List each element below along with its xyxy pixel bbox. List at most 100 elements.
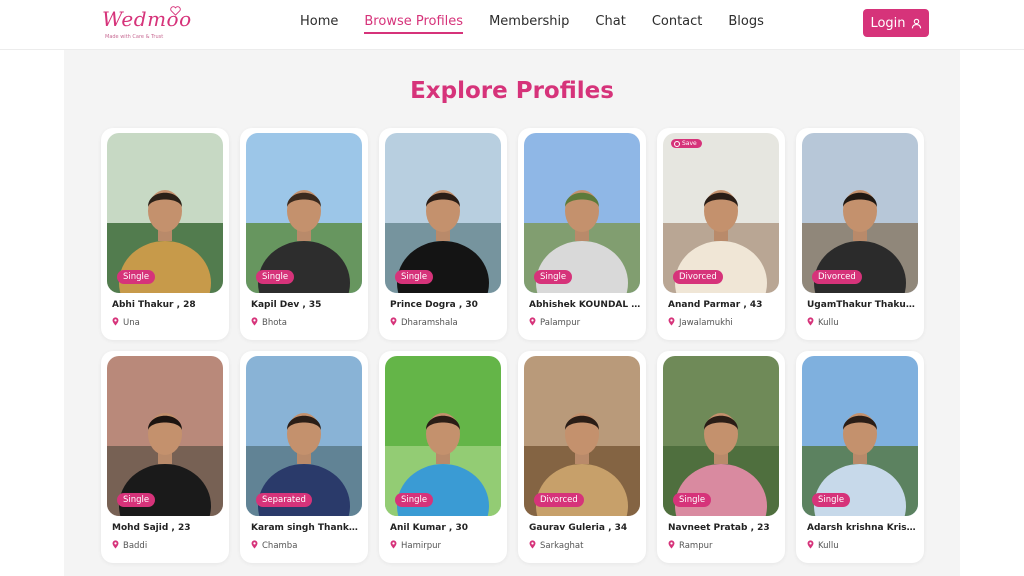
save-label: Save [682,140,697,147]
main-nav: Home Browse Profiles Membership Chat Con… [300,12,790,34]
profile-name[interactable]: Adarsh krishna Krishna… [807,523,919,533]
location-pin-icon [529,540,536,552]
profile-photo[interactable]: Single [802,356,918,516]
profile-card[interactable]: Single Kapil Dev , 35 Bhota [240,128,368,340]
profile-location: Una [112,317,140,329]
profile-photo[interactable]: Single [107,356,223,516]
page-title: Explore Profiles [410,78,614,104]
profile-photo[interactable]: Divorced [802,133,918,293]
profile-name[interactable]: Kapil Dev , 35 [251,300,363,310]
brand-logo[interactable]: Wedmoo Made with Care & Trust [100,5,191,43]
nav-home[interactable]: Home [300,12,338,34]
location-pin-icon [390,317,397,329]
location-pin-icon [251,540,258,552]
location-pin-icon [112,317,119,329]
location-pin-icon [112,540,119,552]
location-text: Jawalamukhi [679,318,733,328]
location-pin-icon [807,540,814,552]
location-text: Baddi [123,541,148,551]
profile-card[interactable]: Single Anil Kumar , 30 Hamirpur [379,351,507,563]
login-button[interactable]: Login [863,9,929,37]
profile-name[interactable]: Karam singh Thankur , 51 [251,523,363,533]
profile-location: Dharamshala [390,317,458,329]
login-label: Login [870,15,906,31]
nav-membership[interactable]: Membership [489,12,569,34]
save-badge[interactable]: Save [671,139,702,148]
profile-name[interactable]: Gaurav Guleria , 34 [529,523,641,533]
profile-location: Hamirpur [390,540,441,552]
profile-card[interactable]: Single Mohd Sajid , 23 Baddi [101,351,229,563]
location-pin-icon [529,317,536,329]
status-badge: Divorced [534,493,584,507]
profile-location: Palampur [529,317,580,329]
location-pin-icon [668,540,675,552]
heart-icon [170,6,181,16]
profile-photo[interactable]: Single [663,356,779,516]
location-text: Chamba [262,541,298,551]
profile-card[interactable]: Divorced UgamThakur Thakur , 43 Kullu [796,128,924,340]
profile-card[interactable]: Single Adarsh krishna Krishna… Kullu [796,351,924,563]
status-badge: Divorced [673,270,723,284]
profile-location: Baddi [112,540,147,552]
profile-card[interactable]: Single Prince Dogra , 30 Dharamshala [379,128,507,340]
location-text: Dharamshala [401,318,458,328]
location-pin-icon [668,317,675,329]
save-icon [674,140,680,147]
status-badge: Single [395,493,434,507]
location-pin-icon [390,540,397,552]
brand-tagline: Made with Care & Trust [105,34,164,40]
profile-photo[interactable]: Single [524,133,640,293]
location-text: Sarkaghat [540,541,584,551]
status-badge: Separated [256,493,312,507]
profile-card[interactable]: Single Abhishek KOUNDAL , 29 Palampur [518,128,646,340]
profile-photo[interactable]: Divorced [524,356,640,516]
location-text: Una [123,318,140,328]
profile-card[interactable]: Divorced Gaurav Guleria , 34 Sarkaghat [518,351,646,563]
profile-location: Kullu [807,317,839,329]
profile-location: Jawalamukhi [668,317,733,329]
location-pin-icon [807,317,814,329]
profile-photo[interactable]: Save Divorced [663,133,779,293]
profile-location: Chamba [251,540,297,552]
profile-location: Rampur [668,540,713,552]
profile-photo[interactable]: Single [385,133,501,293]
profile-name[interactable]: Mohd Sajid , 23 [112,523,224,533]
status-badge: Single [395,270,434,284]
profile-name[interactable]: Prince Dogra , 30 [390,300,502,310]
profile-card[interactable]: Separated Karam singh Thankur , 51 Chamb… [240,351,368,563]
status-badge: Single [117,270,156,284]
nav-browse-profiles[interactable]: Browse Profiles [364,12,464,34]
status-badge: Single [673,493,712,507]
profile-card[interactable]: Single Abhi Thakur , 28 Una [101,128,229,340]
profile-grid: Single Abhi Thakur , 28 Una Single Kapil… [101,128,931,563]
status-badge: Single [812,493,851,507]
location-text: Rampur [679,541,713,551]
profile-name[interactable]: Anand Parmar , 43 [668,300,780,310]
location-pin-icon [251,317,258,329]
profile-card[interactable]: Save Divorced Anand Parmar , 43 Jawalamu… [657,128,785,340]
location-text: Kullu [818,318,839,328]
profile-card[interactable]: Single Navneet Pratab , 23 Rampur [657,351,785,563]
nav-chat[interactable]: Chat [595,12,625,34]
top-navbar: Wedmoo Made with Care & Trust Home Brows… [0,0,1024,50]
profile-photo[interactable]: Single [246,133,362,293]
profile-name[interactable]: Abhishek KOUNDAL , 29 [529,300,641,310]
status-badge: Single [117,493,156,507]
location-text: Palampur [540,318,581,328]
status-badge: Divorced [812,270,862,284]
location-text: Kullu [818,541,839,551]
status-badge: Single [256,270,295,284]
status-badge: Single [534,270,573,284]
profile-name[interactable]: Navneet Pratab , 23 [668,523,780,533]
profile-photo[interactable]: Separated [246,356,362,516]
profile-name[interactable]: UgamThakur Thakur , 43 [807,300,919,310]
nav-contact[interactable]: Contact [652,12,703,34]
profile-location: Bhota [251,317,287,329]
nav-blogs[interactable]: Blogs [728,12,764,34]
profile-photo[interactable]: Single [385,356,501,516]
profile-name[interactable]: Abhi Thakur , 28 [112,300,224,310]
user-icon [911,18,921,28]
profile-photo[interactable]: Single [107,133,223,293]
profile-name[interactable]: Anil Kumar , 30 [390,523,502,533]
profile-location: Kullu [807,540,839,552]
